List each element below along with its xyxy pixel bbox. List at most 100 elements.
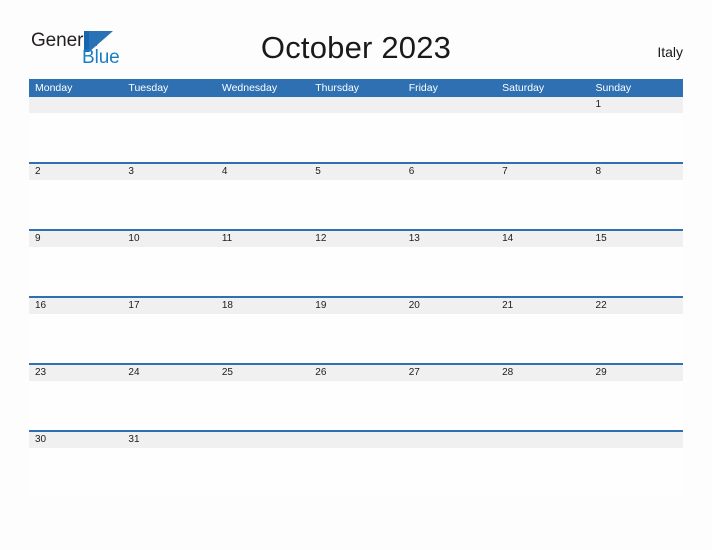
day-number-empty	[496, 97, 589, 113]
day-number-22[interactable]: 22	[590, 298, 683, 314]
day-number-29[interactable]: 29	[590, 365, 683, 381]
page-header: General Blue October 2023 Italy	[0, 0, 712, 78]
day-number-25[interactable]: 25	[216, 365, 309, 381]
day-number-31[interactable]: 31	[122, 432, 215, 448]
date-number-band: 30 31	[29, 432, 683, 448]
day-number-26[interactable]: 26	[309, 365, 402, 381]
day-number-28[interactable]: 28	[496, 365, 589, 381]
day-number-7[interactable]: 7	[496, 164, 589, 180]
day-cell-7[interactable]	[496, 180, 589, 229]
day-cell-8[interactable]	[590, 180, 683, 229]
date-content-band	[29, 247, 683, 296]
day-number-14[interactable]: 14	[496, 231, 589, 247]
day-cell-13[interactable]	[403, 247, 496, 296]
calendar-week-row: 16 17 18 19 20 21 22	[29, 298, 683, 365]
day-of-week-monday: Monday	[35, 82, 73, 94]
day-cell-empty	[496, 448, 589, 497]
day-number-2[interactable]: 2	[29, 164, 122, 180]
day-cell-9[interactable]	[29, 247, 122, 296]
date-number-band: 9 10 11 12 13 14 15	[29, 231, 683, 247]
day-cell-22[interactable]	[590, 314, 683, 363]
calendar-weeks: 1 2 3 4 5 6 7 8 9 10 11 12 13 14 15 16 17 18 19 20 21 22 23 24 2…	[29, 97, 683, 499]
day-cell-empty	[309, 448, 402, 497]
day-cell-10[interactable]	[122, 247, 215, 296]
day-cell-17[interactable]	[122, 314, 215, 363]
date-content-band	[29, 180, 683, 229]
day-number-30[interactable]: 30	[29, 432, 122, 448]
date-content-band	[29, 381, 683, 430]
day-number-10[interactable]: 10	[122, 231, 215, 247]
day-cell-15[interactable]	[590, 247, 683, 296]
calendar-page: General Blue October 2023 Italy Monday Tu…	[0, 0, 712, 550]
day-number-1[interactable]: 1	[590, 97, 683, 113]
day-cell-12[interactable]	[309, 247, 402, 296]
date-number-band: 2345678	[29, 164, 683, 180]
day-cell-23[interactable]	[29, 381, 122, 430]
day-cell-5[interactable]	[309, 180, 402, 229]
day-cell-empty	[216, 448, 309, 497]
day-cell-18[interactable]	[216, 314, 309, 363]
day-cell-14[interactable]	[496, 247, 589, 296]
day-cell-26[interactable]	[309, 381, 402, 430]
day-number-empty	[309, 97, 402, 113]
day-cell-11[interactable]	[216, 247, 309, 296]
day-cell-3[interactable]	[122, 180, 215, 229]
day-number-5[interactable]: 5	[309, 164, 402, 180]
day-cell-empty	[309, 113, 402, 162]
day-cell-empty	[216, 113, 309, 162]
day-of-week-tuesday: Tuesday	[128, 82, 169, 94]
day-number-15[interactable]: 15	[590, 231, 683, 247]
day-of-week-friday: Friday	[408, 82, 438, 94]
calendar-week-row: 30 31	[29, 432, 683, 499]
day-cell-30[interactable]	[29, 448, 122, 497]
day-number-19[interactable]: 19	[309, 298, 402, 314]
day-cell-24[interactable]	[122, 381, 215, 430]
day-cell-20[interactable]	[403, 314, 496, 363]
day-number-17[interactable]: 17	[122, 298, 215, 314]
day-cell-1[interactable]	[590, 113, 683, 162]
calendar-week-row: 23 24 25 26 27 28 29	[29, 365, 683, 432]
day-cell-29[interactable]	[590, 381, 683, 430]
day-of-week-thursday: Thursday	[315, 82, 360, 94]
day-number-13[interactable]: 13	[403, 231, 496, 247]
day-cell-2[interactable]	[29, 180, 122, 229]
day-number-27[interactable]: 27	[403, 365, 496, 381]
day-number-18[interactable]: 18	[216, 298, 309, 314]
day-cell-28[interactable]	[496, 381, 589, 430]
day-number-empty	[403, 97, 496, 113]
day-cell-19[interactable]	[309, 314, 402, 363]
calendar-week-row: 9 10 11 12 13 14 15	[29, 231, 683, 298]
date-number-band: 23 24 25 26 27 28 29	[29, 365, 683, 381]
day-number-6[interactable]: 6	[403, 164, 496, 180]
day-number-8[interactable]: 8	[590, 164, 683, 180]
day-cell-4[interactable]	[216, 180, 309, 229]
day-cell-16[interactable]	[29, 314, 122, 363]
day-number-20[interactable]: 20	[403, 298, 496, 314]
day-number-24[interactable]: 24	[122, 365, 215, 381]
day-number-21[interactable]: 21	[496, 298, 589, 314]
date-content-band	[29, 113, 683, 162]
day-number-3[interactable]: 3	[122, 164, 215, 180]
day-number-12[interactable]: 12	[309, 231, 402, 247]
date-content-band	[29, 314, 683, 363]
day-number-9[interactable]: 9	[29, 231, 122, 247]
day-cell-empty	[590, 448, 683, 497]
day-of-week-wednesday: Wednesday	[221, 82, 278, 94]
day-of-week-saturday: Saturday	[502, 82, 545, 94]
day-cell-6[interactable]	[403, 180, 496, 229]
day-cell-empty	[403, 113, 496, 162]
day-number-empty	[590, 432, 683, 448]
country-label: Italy	[657, 44, 683, 60]
day-number-4[interactable]: 4	[216, 164, 309, 180]
day-number-23[interactable]: 23	[29, 365, 122, 381]
day-cell-27[interactable]	[403, 381, 496, 430]
day-number-11[interactable]: 11	[216, 231, 309, 247]
day-of-week-sunday: Sunday	[595, 82, 632, 94]
day-cell-25[interactable]	[216, 381, 309, 430]
day-cell-empty	[29, 113, 122, 162]
day-number-empty	[29, 97, 122, 113]
day-cell-21[interactable]	[496, 314, 589, 363]
day-cell-31[interactable]	[122, 448, 215, 497]
day-number-16[interactable]: 16	[29, 298, 122, 314]
day-cell-empty	[122, 113, 215, 162]
